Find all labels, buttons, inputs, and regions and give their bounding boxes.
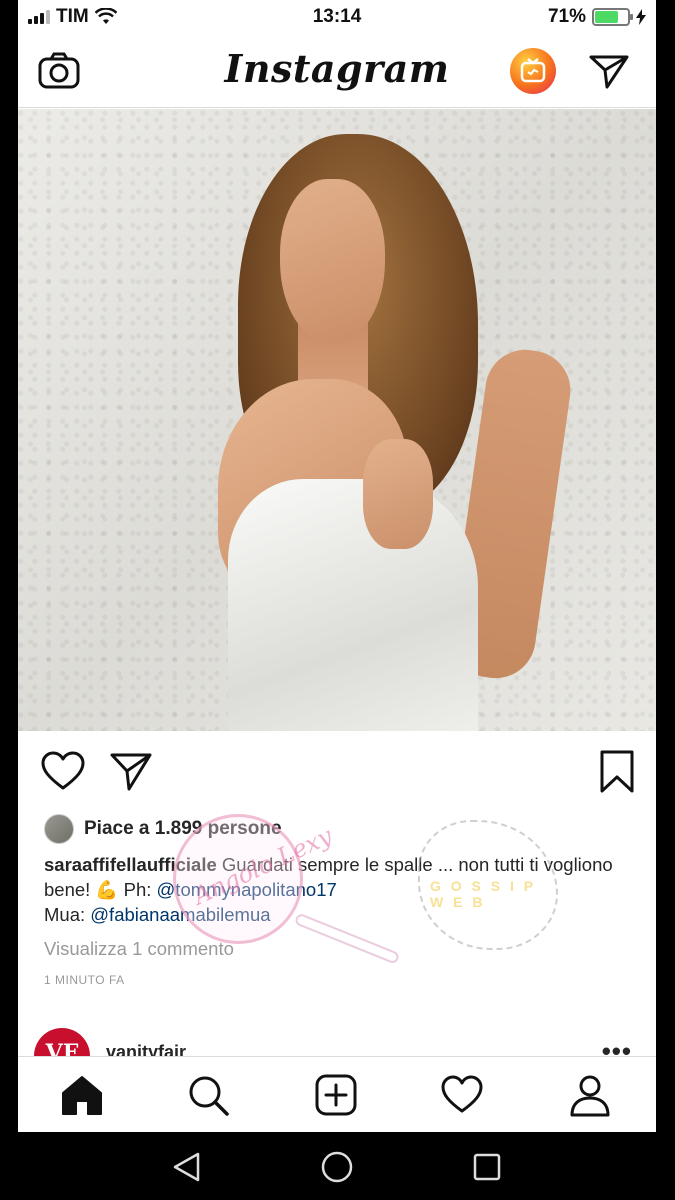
- instagram-screen: TIM 13:14 71% Instagram Piace a 1.899 pe…: [18, 0, 656, 1132]
- post-image[interactable]: [18, 109, 656, 731]
- mention-photographer[interactable]: @tommynapolitano17: [157, 879, 337, 900]
- photo-towel: [228, 479, 478, 731]
- home-icon[interactable]: [60, 1073, 104, 1117]
- bookmark-icon[interactable]: [594, 749, 640, 795]
- mention-mua[interactable]: @fabianaamabilemua: [90, 904, 270, 925]
- activity-heart-icon[interactable]: [440, 1073, 484, 1117]
- heart-icon[interactable]: [40, 749, 86, 795]
- post-timestamp: 1 MINUTO FA: [44, 973, 125, 987]
- status-bar: TIM 13:14 71%: [18, 0, 656, 36]
- recents-icon[interactable]: [470, 1150, 504, 1184]
- post-actions: [18, 745, 656, 799]
- profile-icon[interactable]: [568, 1073, 612, 1117]
- bottom-tab-bar: [18, 1056, 656, 1132]
- back-icon[interactable]: [170, 1150, 204, 1184]
- charging-bolt-icon: [636, 9, 646, 25]
- photo-face: [280, 179, 385, 344]
- android-nav-bar: [0, 1132, 675, 1200]
- add-post-icon[interactable]: [314, 1073, 358, 1117]
- liker-avatar: [44, 814, 74, 844]
- battery-info: 71%: [548, 6, 646, 28]
- search-icon[interactable]: [186, 1073, 230, 1117]
- likes-row[interactable]: Piace a 1.899 persone: [44, 814, 282, 844]
- caption-username[interactable]: saraaffifellaufficiale: [44, 854, 217, 875]
- likes-count: Piace a 1.899 persone: [84, 818, 282, 839]
- next-post-header: VF vanityfair •••: [18, 1020, 656, 1084]
- view-comments-link[interactable]: Visualizza 1 commento: [44, 938, 234, 960]
- send-icon[interactable]: [108, 749, 154, 795]
- home-circle-icon[interactable]: [320, 1150, 354, 1184]
- battery-icon: [592, 8, 633, 26]
- instagram-logo: Instagram: [224, 46, 450, 91]
- caption-mua-prefix: Mua:: [44, 904, 91, 925]
- igtv-icon[interactable]: [510, 48, 556, 94]
- battery-percent: 71%: [547, 6, 586, 27]
- photo-hand: [363, 439, 433, 549]
- watermark-gossip: G O S S I P W E B: [418, 820, 558, 950]
- app-header: Instagram: [18, 36, 656, 108]
- watermark-label: G O S S I P W E B: [430, 878, 536, 910]
- direct-send-icon[interactable]: [586, 48, 632, 94]
